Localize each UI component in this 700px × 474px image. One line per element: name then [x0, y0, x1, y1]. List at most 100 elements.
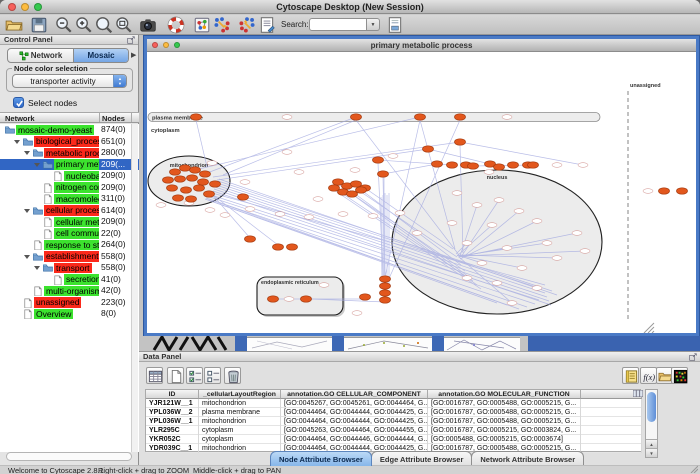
search-options-button[interactable]	[386, 16, 404, 34]
tree-row-label: secretion	[64, 274, 99, 285]
attribute-table[interactable]: ID_cellularLayoutRegionannotation.GO CEL…	[145, 389, 641, 452]
table-column-header[interactable]: _cellularLayoutRegion	[199, 390, 281, 399]
tree-row-node-count: 280(0)	[101, 147, 126, 159]
search-label: Search:	[281, 20, 309, 29]
search-dropdown-button[interactable]: ▼	[367, 18, 380, 31]
attribute-list-button[interactable]	[622, 367, 639, 384]
tree-row[interactable]: metabolic process280(0)	[0, 147, 139, 159]
tree-row[interactable]: cellular process614(0)	[0, 205, 139, 217]
expand-triangle-icon[interactable]	[34, 163, 40, 167]
tree-row[interactable]: transport558(0)	[0, 262, 139, 274]
column-options-icon[interactable]	[633, 390, 643, 397]
tree-row[interactable]: macromolecule311(0)	[0, 193, 139, 205]
tree-row-node-count: 8(0)	[101, 308, 116, 320]
tree-row[interactable]: response to stimulu264(0)	[0, 239, 139, 251]
table-column-header[interactable]: ID	[146, 390, 199, 399]
attribute-browser-tabs: Node Attribute BrowserEdge Attribute Bro…	[270, 451, 583, 466]
file-icon	[52, 275, 63, 285]
table-cell	[581, 444, 642, 453]
select-attributes-button[interactable]	[186, 367, 203, 384]
delete-attribute-button[interactable]	[224, 367, 241, 384]
tree-vertical-scrollbar[interactable]	[131, 124, 138, 452]
open-session-button[interactable]	[5, 16, 23, 34]
tree-row[interactable]: establishment of lo558(0)	[0, 251, 139, 263]
tree-row-label: primary metabolic	[54, 159, 99, 170]
tab-node-attribute-browser[interactable]: Node Attribute Browser	[270, 451, 372, 466]
scroll-up-button[interactable]: ▲	[646, 439, 657, 448]
select-nodes-checkbox[interactable]	[13, 97, 24, 108]
search-input[interactable]	[309, 18, 367, 31]
tree-row[interactable]: nitrogen compou209(0)	[0, 182, 139, 194]
table-row[interactable]: YJR121W__1mitochondrion[GO:0045267, GO:0…	[146, 399, 642, 408]
table-row[interactable]: YPL036W__2plasma membrane[GO:0044464, GO…	[146, 408, 642, 417]
expand-triangle-icon[interactable]	[24, 151, 30, 155]
scrollbar-thumb[interactable]	[647, 392, 656, 422]
annotation-button[interactable]	[258, 16, 276, 34]
tree-row[interactable]: cell communicati22(0)	[0, 228, 139, 240]
zoom-selected-button[interactable]	[95, 16, 113, 34]
expand-triangle-icon[interactable]	[34, 266, 40, 270]
tree-row[interactable]: biological_process651(0)	[0, 136, 139, 148]
file-icon	[42, 217, 53, 227]
folder-icon	[32, 206, 43, 216]
network-canvas[interactable]: plasma membranecytoplasmmitochondrionnuc…	[147, 53, 696, 333]
function-builder-button[interactable]: f(x)	[640, 367, 657, 384]
tab-overflow-arrow[interactable]: ▶	[131, 51, 136, 59]
tree-row[interactable]: nucleobase-cont209(0)	[0, 170, 139, 182]
network-overview-button[interactable]	[193, 16, 211, 34]
table-vertical-scrollbar[interactable]: ▲ ▼	[645, 389, 658, 458]
svg-text:f(x): f(x)	[643, 371, 655, 381]
scroll-down-button[interactable]: ▼	[646, 448, 657, 457]
tree-horizontal-scrollbar[interactable]	[6, 452, 132, 461]
tree-row[interactable]: unassigned223(0)	[0, 297, 139, 309]
network-view-titlebar[interactable]: primary metabolic process	[147, 39, 696, 52]
unassigned-region: unassigned	[628, 83, 661, 321]
matrix-view-button[interactable]	[671, 367, 688, 384]
table-column-header[interactable]: annotation.GO MOLECULAR_FUNCTION	[428, 390, 581, 399]
main-toolbar: Search: ▼	[0, 15, 700, 35]
view-resize-grip	[644, 323, 654, 333]
data-panel-header: Data Panel	[139, 352, 700, 362]
float-panel-icon[interactable]	[689, 353, 697, 361]
tree-row[interactable]: multi-organism pro42(0)	[0, 285, 139, 297]
tree-row[interactable]: cellular metaboli209(0)	[0, 216, 139, 228]
data-panel-title: Data Panel	[143, 352, 181, 361]
network-view-window[interactable]: primary metabolic process plasma membran…	[144, 36, 699, 336]
attribute-table-mode-button[interactable]	[146, 367, 163, 384]
zoom-out-button[interactable]	[55, 16, 73, 34]
layout-b-button[interactable]	[238, 16, 256, 34]
tab-mosaic[interactable]: Mosaic	[74, 49, 128, 62]
expand-triangle-icon[interactable]	[24, 209, 30, 213]
tab-edge-attribute-browser[interactable]: Edge Attribute Browser	[371, 451, 472, 466]
tab-network[interactable]: Network	[8, 49, 74, 62]
table-row[interactable]: YKR052Ccytoplasm[GO:0044464, GO:0044446,…	[146, 435, 642, 444]
zoom-fit-button[interactable]	[115, 16, 133, 34]
tree-row-label: cellular metaboli	[54, 217, 99, 228]
table-row[interactable]: YPL036W__1mitochondrion[GO:0044464, GO:0…	[146, 417, 642, 426]
background-windows-strip[interactable]	[139, 336, 700, 351]
plasma-membrane-region: plasma membrane	[148, 113, 600, 122]
tree-column-network: Network	[5, 114, 35, 123]
node-color-combo[interactable]: transporter activity ▲▼	[12, 74, 127, 88]
tree-row-node-count: 209(0)	[101, 216, 126, 228]
snapshot-camera-button[interactable]	[139, 16, 157, 34]
save-session-button[interactable]	[30, 16, 48, 34]
help-button[interactable]	[167, 16, 185, 34]
tree-row[interactable]: primary metabolic209(...	[0, 159, 139, 171]
table-column-header[interactable]: annotation.GO CELLULAR_COMPONENT	[281, 390, 428, 399]
expand-triangle-icon[interactable]	[24, 255, 30, 259]
tree-row[interactable]: secretion41(0)	[0, 274, 139, 286]
table-cell	[581, 426, 642, 435]
window-resize-grip[interactable]	[690, 465, 698, 473]
tree-row[interactable]: Overview8(0)	[0, 308, 139, 320]
tab-network-attribute-browser[interactable]: Network Attribute Browser	[471, 451, 584, 466]
tree-row[interactable]: mosaic-demo-yeast874(0)	[0, 124, 139, 136]
layout-a-button[interactable]	[213, 16, 231, 34]
zoom-in-button[interactable]	[75, 16, 93, 34]
table-row[interactable]: YLR295Ccytoplasm[GO:0045263, GO:0044464,…	[146, 426, 642, 435]
float-panel-icon[interactable]	[127, 36, 135, 44]
tree-row-label: macromolecule	[54, 194, 99, 205]
unselect-attributes-button[interactable]	[204, 367, 221, 384]
expand-triangle-icon[interactable]	[14, 140, 20, 144]
new-attribute-button[interactable]	[167, 367, 184, 384]
